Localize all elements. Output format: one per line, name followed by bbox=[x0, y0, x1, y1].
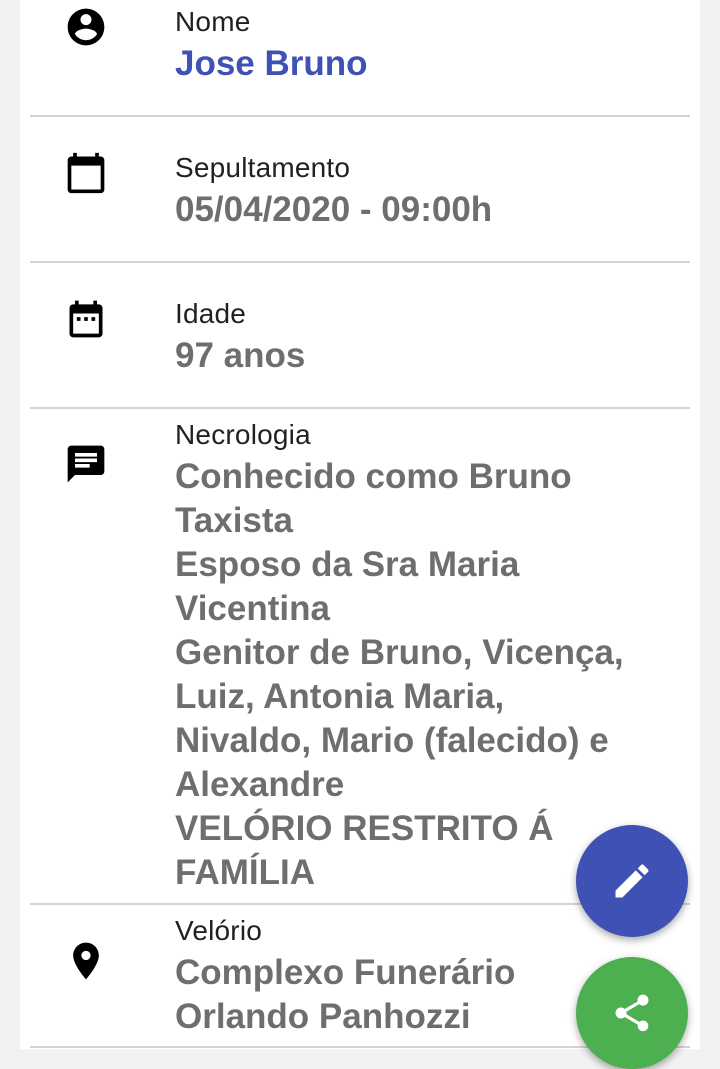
necrologia-line: Luiz, Antonia Maria, bbox=[175, 677, 505, 716]
necrologia-line: Genitor de Bruno, Vicença, bbox=[175, 633, 624, 672]
idade-value: 97 anos bbox=[175, 336, 306, 375]
account-circle-icon bbox=[64, 5, 108, 49]
share-icon bbox=[610, 991, 654, 1035]
necrologia-value: Conhecido como Bruno Taxista Esposo da S… bbox=[175, 455, 675, 895]
necrologia-line: Alexandre bbox=[175, 765, 345, 804]
necrologia-line: Conhecido como Bruno bbox=[175, 457, 572, 496]
sepultamento-value: 05/04/2020 - 09:00h bbox=[175, 190, 493, 229]
velorio-label: Velório bbox=[175, 915, 263, 946]
necrologia-line: Esposo da Sra Maria bbox=[175, 545, 520, 584]
edit-button[interactable] bbox=[576, 825, 688, 937]
necrologia-line: Nivaldo, Mario (falecido) e bbox=[175, 721, 609, 760]
idade-label: Idade bbox=[175, 298, 247, 329]
calendar-icon bbox=[64, 151, 108, 195]
nome-label: Nome bbox=[175, 6, 251, 37]
divider bbox=[30, 261, 690, 263]
divider bbox=[30, 115, 690, 117]
pencil-icon bbox=[610, 859, 654, 903]
nome-value: Jose Bruno bbox=[175, 44, 368, 83]
necrologia-line: Taxista bbox=[175, 501, 294, 540]
necrologia-label: Necrologia bbox=[175, 419, 311, 450]
divider bbox=[30, 407, 690, 409]
calendar-dots-icon bbox=[64, 297, 108, 341]
message-icon bbox=[64, 442, 108, 486]
location-pin-icon bbox=[64, 939, 108, 983]
sepultamento-label: Sepultamento bbox=[175, 152, 351, 183]
share-button[interactable] bbox=[576, 957, 688, 1069]
necrologia-line: Vicentina bbox=[175, 589, 330, 628]
